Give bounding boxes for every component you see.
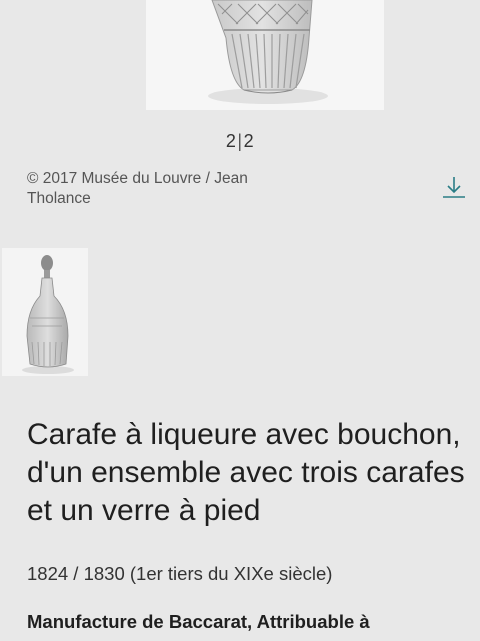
- pager-current: 2: [225, 131, 237, 151]
- pager-separator: |: [237, 131, 243, 151]
- artwork-date: 1824 / 1830 (1er tiers du XIXe siècle): [27, 563, 333, 584]
- artwork-main-image[interactable]: [146, 0, 384, 110]
- artwork-title-line-1: Carafe à liqueure avec bouchon,: [27, 418, 461, 451]
- image-pager: 2|2: [0, 131, 480, 152]
- artwork-detail-page: 2|2 © 2017 Musée du Louvre / Jean Tholan…: [0, 0, 480, 641]
- download-button[interactable]: [440, 175, 468, 201]
- carafe-thumbnail-image: [22, 255, 74, 374]
- artwork-title-line-2: d'un ensemble avec trois carafes: [27, 456, 465, 489]
- image-credit: © 2017 Musée du Louvre / Jean Tholance: [27, 170, 248, 207]
- artwork-maker: Manufacture de Baccarat, Attribuable à: [27, 611, 370, 632]
- artwork-thumbnail[interactable]: [2, 248, 88, 376]
- download-icon: [443, 177, 465, 198]
- artwork-title: Carafe à liqueure avec bouchon, d'un ens…: [27, 416, 480, 530]
- carafe-glass-image: [208, 0, 328, 104]
- pager-total: 2: [243, 131, 255, 151]
- artwork-title-line-3: et un verre à pied: [27, 494, 261, 527]
